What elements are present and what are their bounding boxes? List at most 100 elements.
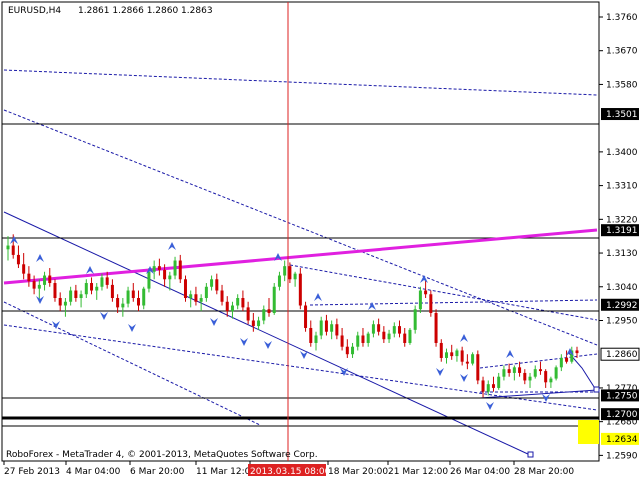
candle-body — [340, 335, 344, 347]
candle-body — [288, 266, 292, 280]
candle-body — [544, 371, 548, 383]
time-label: 6 Mar 20:00 — [130, 467, 185, 477]
candle-body — [79, 294, 83, 299]
header-ohlc: 1.2861 1.2866 1.2860 1.2863 — [78, 6, 213, 16]
candle-body — [455, 350, 459, 357]
candle-body — [147, 271, 151, 289]
candle-body — [314, 335, 318, 343]
candle-body — [178, 260, 182, 280]
candle-body — [429, 294, 433, 313]
candle-body — [6, 245, 10, 250]
candle-body — [95, 286, 99, 291]
candle-body — [84, 283, 88, 295]
candle-body — [142, 288, 146, 306]
candle-body — [330, 324, 334, 332]
candle-body — [230, 305, 234, 312]
price-tick-label: 1.3760 — [606, 13, 638, 23]
candle-body — [356, 335, 360, 347]
candle-body — [387, 333, 391, 340]
candle-body — [210, 279, 214, 287]
candle-body — [418, 290, 422, 310]
candle-body — [204, 286, 208, 299]
price-tick-label: 1.3580 — [606, 80, 638, 90]
candle-body — [533, 369, 537, 377]
candle-body — [283, 266, 287, 276]
candle-body — [507, 369, 511, 373]
candle-body — [424, 290, 428, 295]
candle-body — [152, 266, 156, 272]
price-tick-label: 1.3040 — [606, 283, 638, 293]
candle-body — [476, 354, 480, 381]
candle-body — [403, 333, 407, 343]
candle-body — [371, 324, 375, 334]
candle-body — [497, 376, 501, 388]
candle-body — [137, 298, 141, 306]
price-tick-label: 1.3670 — [606, 47, 638, 57]
price-tick-label: 1.3400 — [606, 148, 638, 158]
level-tag-label: 1.3501 — [606, 110, 638, 120]
candle-body — [100, 277, 104, 287]
candle-body — [251, 320, 255, 327]
candle-body — [502, 369, 506, 377]
candle-body — [413, 309, 417, 330]
candle-body — [481, 380, 485, 392]
forecast-point — [527, 451, 534, 458]
candle-body — [37, 284, 41, 289]
candle-body — [241, 298, 245, 308]
candle-body — [121, 303, 125, 308]
candle-body — [491, 384, 495, 388]
time-label: 18 Mar 20:00 — [328, 467, 388, 477]
price-tick-label: 1.3310 — [606, 182, 638, 192]
candle-body — [512, 367, 516, 373]
candle-body — [439, 342, 443, 358]
candle-body — [11, 245, 15, 255]
candle-body — [361, 335, 365, 343]
candle-body — [63, 301, 67, 306]
price-tick-label: 1.3130 — [606, 249, 638, 259]
price-tick-label: 1.2950 — [606, 316, 638, 326]
candle-body — [69, 290, 73, 302]
candle-body — [523, 372, 527, 381]
candle-body — [319, 320, 323, 336]
level-tag-label: 1.2700 — [606, 410, 638, 420]
candle-body — [335, 324, 339, 336]
level-tag-label: 1.2750 — [606, 391, 638, 401]
candle-body — [575, 350, 579, 354]
candle-body — [236, 298, 240, 306]
candle-body — [444, 352, 448, 358]
time-label: 26 Mar 04:00 — [450, 467, 510, 477]
candle-body — [194, 294, 198, 302]
candle-body — [460, 350, 464, 362]
level-tag-label: 1.2860 — [606, 350, 638, 360]
candle-body — [32, 281, 36, 289]
footer-copyright: RoboForex - MetaTrader 4, © 2001-2013, M… — [6, 450, 318, 460]
level-tag-label: 1.3191 — [606, 226, 638, 236]
candle-body — [189, 294, 193, 299]
price-chart[interactable]: 1.37601.36701.35801.34001.33101.32201.31… — [0, 0, 640, 480]
header-symbol: EURUSD,H4 — [8, 6, 61, 16]
candle-body — [559, 357, 563, 368]
candle-body — [220, 290, 224, 302]
candle-body — [105, 277, 109, 285]
candle-body — [408, 329, 412, 343]
candle-body — [298, 273, 302, 306]
candle-body — [257, 320, 261, 327]
candle-body — [518, 367, 522, 373]
candle-body — [43, 275, 47, 285]
candle-body — [450, 352, 454, 357]
candle-body — [382, 331, 386, 340]
candle-body — [157, 266, 161, 270]
candle-body — [58, 298, 62, 306]
candle-body — [22, 264, 26, 274]
level-tag-label: 1.2992 — [606, 301, 638, 311]
time-label: 28 Mar 20:00 — [514, 467, 574, 477]
candle-body — [90, 283, 94, 291]
candle-body — [538, 369, 542, 372]
candle-body — [366, 333, 370, 343]
candle-body — [293, 273, 297, 280]
level-tag-label: 1.2634 — [606, 435, 638, 445]
candle-body — [471, 354, 475, 364]
candle-body — [116, 298, 120, 308]
candle-body — [528, 376, 532, 381]
candle-body — [309, 327, 313, 343]
